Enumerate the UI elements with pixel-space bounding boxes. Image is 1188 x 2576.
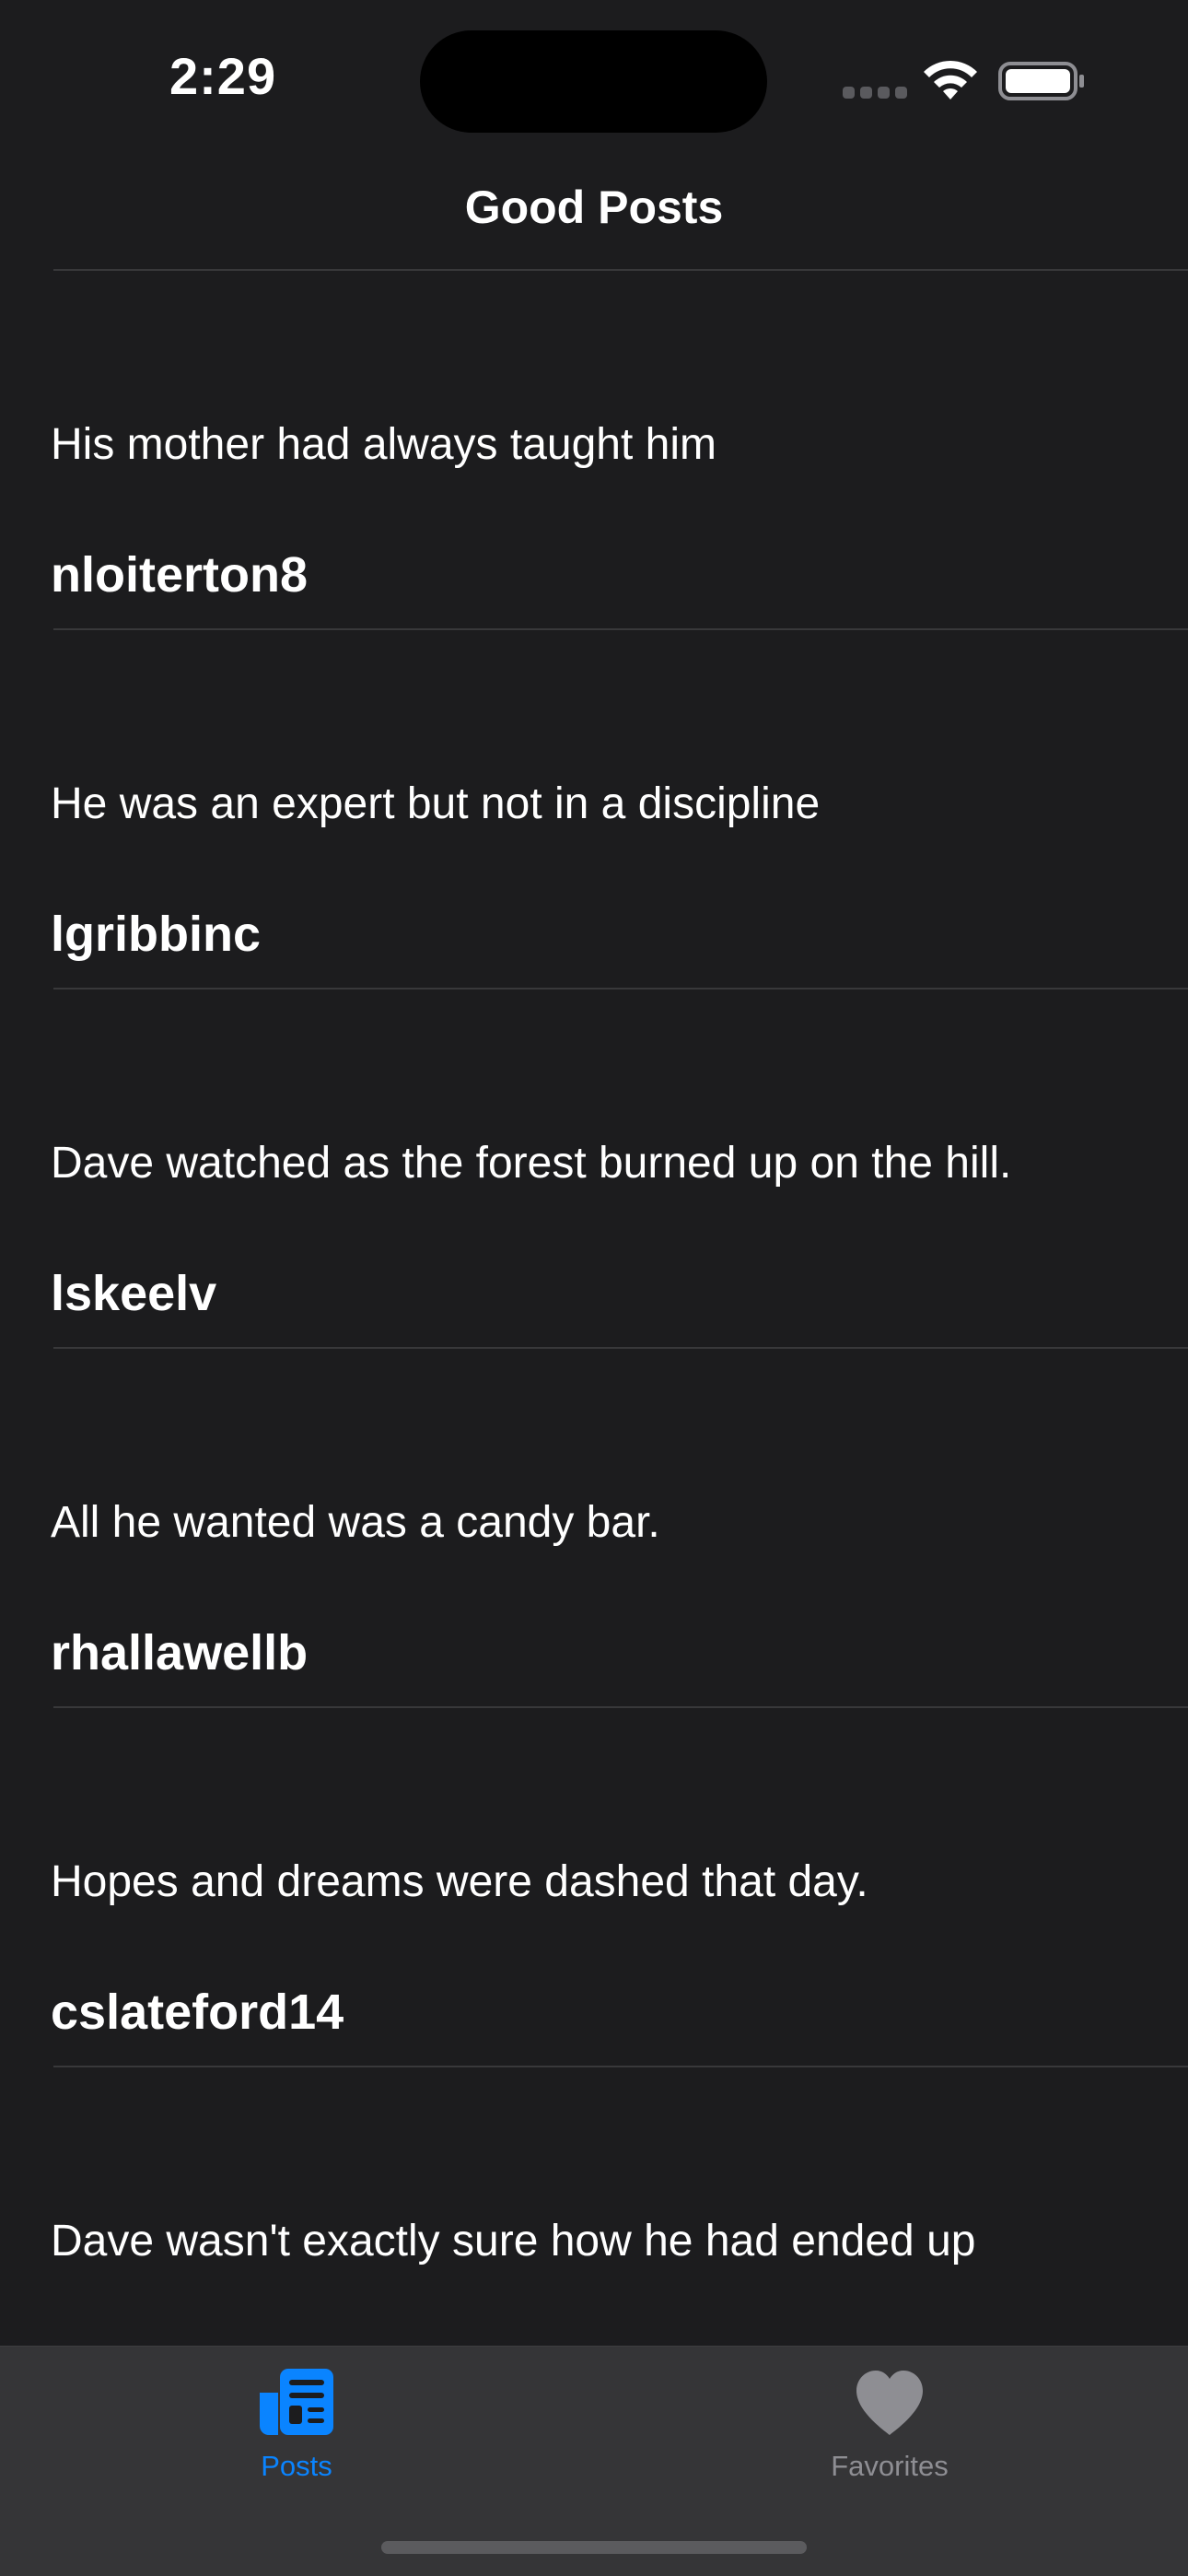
dynamic-island	[420, 30, 767, 133]
status-bar: 2:29	[0, 0, 1188, 157]
post-body: His mother had always taught him	[51, 420, 716, 469]
post-row[interactable]: He was an expert but not in a discipline…	[0, 630, 1188, 989]
status-time: 2:29	[169, 47, 277, 105]
page-title: Good Posts	[464, 181, 724, 233]
post-author: cslateford14	[51, 1985, 344, 2040]
post-body: Dave wasn't exactly sure how he had ende…	[51, 2217, 976, 2266]
home-indicator[interactable]	[381, 2541, 807, 2554]
post-author: nloiterton8	[51, 547, 308, 603]
post-body: Hopes and dreams were dashed that day.	[51, 1857, 868, 1906]
newspaper-icon	[260, 2369, 333, 2435]
tab-posts[interactable]: Posts	[149, 2367, 444, 2505]
tab-favorites[interactable]: Favorites	[742, 2367, 1037, 2505]
heart-icon	[856, 2371, 923, 2435]
post-row[interactable]: His mother had always taught him nloiter…	[0, 271, 1188, 630]
post-author: lgribbinc	[51, 907, 261, 962]
battery-icon	[998, 62, 1084, 100]
post-author: lskeelv	[51, 1266, 217, 1321]
post-row[interactable]: All he wanted was a candy bar. rhallawel…	[0, 1349, 1188, 1708]
post-row[interactable]: Hopes and dreams were dashed that day. c…	[0, 1708, 1188, 2067]
cellular-signal-icon	[843, 87, 907, 99]
tab-label: Posts	[261, 2450, 332, 2482]
post-body: Dave watched as the forest burned up on …	[51, 1139, 1012, 1188]
post-list[interactable]: His mother had always taught him nloiter…	[0, 271, 1188, 2427]
post-body: He was an expert but not in a discipline	[51, 779, 821, 828]
wifi-icon	[924, 60, 977, 100]
post-author: rhallawellb	[51, 1625, 309, 1680]
post-body: All he wanted was a candy bar.	[51, 1498, 660, 1547]
tab-label: Favorites	[831, 2450, 949, 2482]
post-row[interactable]: Dave watched as the forest burned up on …	[0, 989, 1188, 1349]
